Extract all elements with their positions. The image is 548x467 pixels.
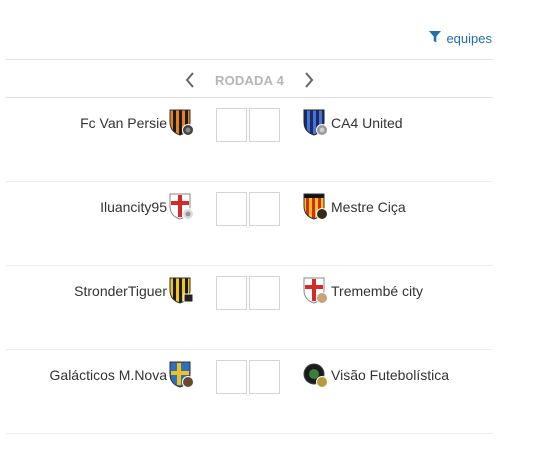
orange-black-stripes-crest-icon xyxy=(169,109,195,137)
match-row: StronderTiguer Tremembé city xyxy=(6,266,493,350)
home-team[interactable]: Fc Van Persie xyxy=(80,108,195,138)
filter-label: equipes xyxy=(446,31,492,46)
away-team[interactable]: Tremembé city xyxy=(303,276,423,306)
white-red-cross-crest-icon xyxy=(303,277,329,305)
home-score-input[interactable] xyxy=(216,108,247,142)
away-team-name: Tremembé city xyxy=(331,283,424,299)
score-inputs xyxy=(216,276,280,310)
top-divider xyxy=(6,59,493,60)
yellow-black-stripes-crest-icon xyxy=(169,277,195,305)
home-team-name: Galácticos M.Nova xyxy=(49,367,167,383)
home-team-name: Fc Van Persie xyxy=(80,115,167,131)
match-row: Iluancity95 Mestre Ciça xyxy=(6,182,493,266)
home-score-input[interactable] xyxy=(216,276,247,310)
previous-round-button[interactable] xyxy=(183,72,197,88)
next-round-button[interactable] xyxy=(302,72,316,88)
away-team-name: Mestre Ciça xyxy=(331,199,406,215)
blue-yellow-cross-crest-icon xyxy=(169,361,195,389)
home-team[interactable]: Iluancity95 xyxy=(100,192,195,222)
away-team-name: CA4 United xyxy=(331,115,403,131)
score-inputs xyxy=(216,192,280,226)
chevron-left-icon xyxy=(185,72,194,88)
filter-icon xyxy=(429,31,442,46)
home-team-name: Iluancity95 xyxy=(100,199,167,215)
home-score-input[interactable] xyxy=(216,360,247,394)
away-score-input[interactable] xyxy=(249,276,280,310)
match-row: Fc Van Persie CA4 United xyxy=(6,98,493,182)
home-team[interactable]: Galácticos M.Nova xyxy=(50,360,195,390)
round-navigation: RODADA 4 xyxy=(6,64,493,96)
round-label: RODADA 4 xyxy=(214,72,284,88)
away-score-input[interactable] xyxy=(249,108,280,142)
red-yellow-stripes-crest-icon xyxy=(303,193,329,221)
away-score-input[interactable] xyxy=(249,360,280,394)
home-score-input[interactable] xyxy=(216,192,247,226)
score-inputs xyxy=(216,360,280,394)
black-round-crest-icon xyxy=(303,361,329,389)
away-team[interactable]: CA4 United xyxy=(303,108,403,138)
away-team[interactable]: Visão Futebolística xyxy=(303,360,449,390)
score-inputs xyxy=(216,108,280,142)
away-score-input[interactable] xyxy=(249,192,280,226)
white-red-cross-crest-icon xyxy=(169,193,195,221)
home-team[interactable]: StronderTiguer xyxy=(74,276,195,306)
chevron-right-icon xyxy=(305,72,314,88)
away-team-name: Visão Futebolística xyxy=(331,367,450,383)
match-row: Galácticos M.Nova Visão Futebolística xyxy=(6,350,493,434)
teams-filter-link[interactable]: equipes xyxy=(429,31,492,46)
away-team[interactable]: Mestre Ciça xyxy=(303,192,406,222)
navy-blue-stripes-crest-icon xyxy=(303,109,329,137)
home-team-name: StronderTiguer xyxy=(74,283,167,299)
